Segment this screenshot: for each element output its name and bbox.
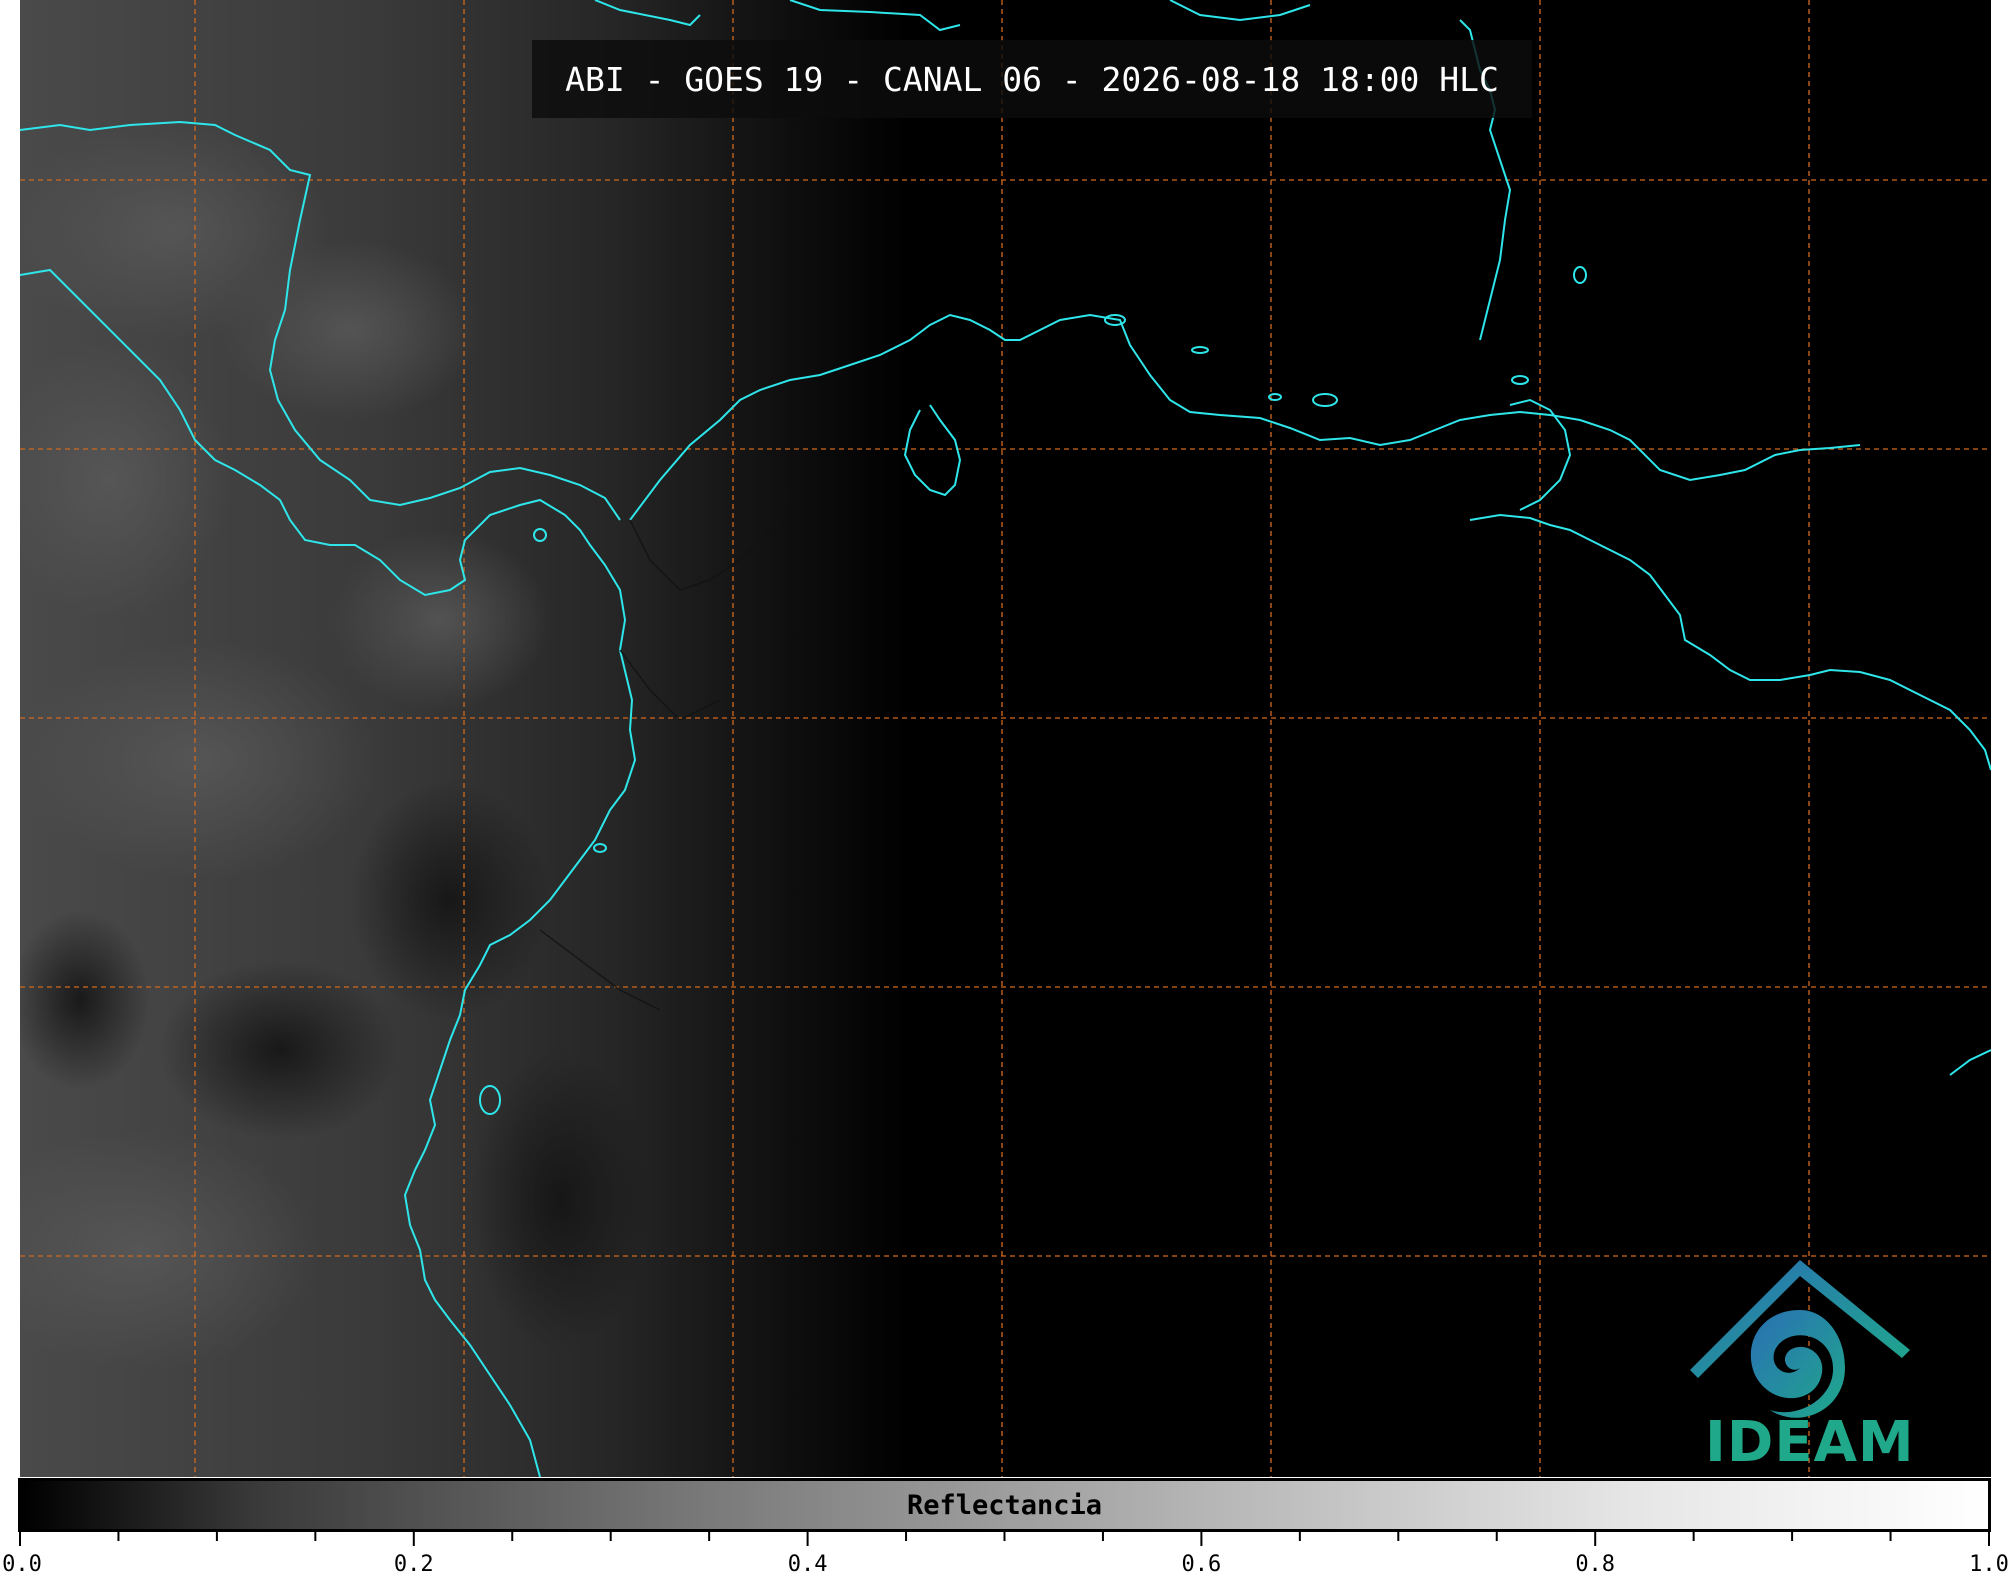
title-box: ABI - GOES 19 - CANAL 06 - 2026-08-18 18… bbox=[532, 40, 1532, 118]
map-title: ABI - GOES 19 - CANAL 06 - 2026-08-18 18… bbox=[565, 59, 1499, 99]
logo-wordmark: IDEAM bbox=[1705, 1410, 1915, 1475]
colorbar-label: Reflectancia bbox=[906, 1489, 1103, 1521]
logo-swirl bbox=[1750, 1310, 1845, 1418]
colorbar-tick-label: 0.8 bbox=[1575, 1552, 1616, 1577]
satellite-map: ABI - GOES 19 - CANAL 06 - 2026-08-18 18… bbox=[20, 0, 1991, 1477]
colorbar-tick-label: 0.4 bbox=[787, 1552, 828, 1577]
colorbar-tick-label: 0.6 bbox=[1181, 1552, 1222, 1577]
colorbar-tick-label: 0.0 bbox=[2, 1552, 42, 1577]
colorbar-tick-label: 0.2 bbox=[393, 1552, 434, 1577]
colorbar-tick-label: 1.0 bbox=[1969, 1552, 2009, 1577]
colorbar: Reflectancia bbox=[18, 1478, 1991, 1532]
